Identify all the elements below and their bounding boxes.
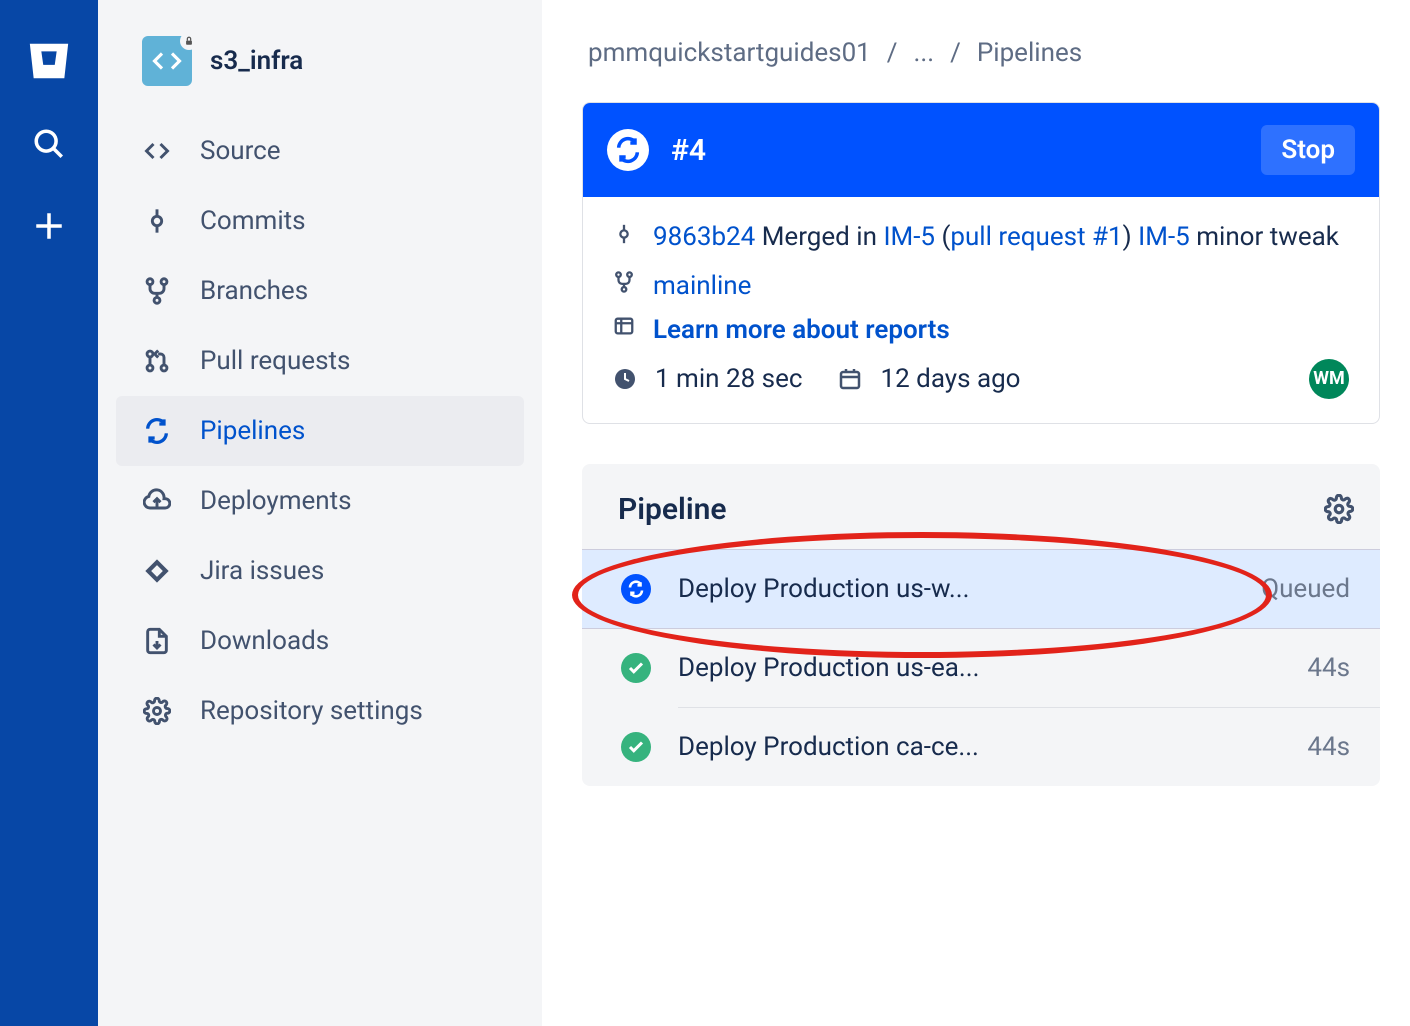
crumb-ellipsis[interactable]: ... <box>914 38 935 68</box>
lock-icon <box>180 32 198 50</box>
build-card: #4 Stop 9863b24 Merged in IM-5 (pull req… <box>582 102 1380 424</box>
bitbucket-logo[interactable] <box>24 36 74 86</box>
clock-icon <box>613 367 637 391</box>
nav-label: Pull requests <box>200 346 350 376</box>
nav-label: Downloads <box>200 626 329 656</box>
success-status-icon <box>621 653 651 683</box>
repo-icon <box>142 36 192 86</box>
nav-repository-settings[interactable]: Repository settings <box>116 676 524 746</box>
search-icon[interactable] <box>25 120 73 168</box>
repo-name: s3_infra <box>210 46 303 76</box>
nav-jira-issues[interactable]: Jira issues <box>116 536 524 606</box>
reports-link[interactable]: Learn more about reports <box>653 315 950 345</box>
nav-label: Repository settings <box>200 696 423 726</box>
step-name: Deploy Production us-ea... <box>678 653 1307 683</box>
issue-link[interactable]: IM-5 <box>883 222 935 252</box>
global-nav-rail <box>0 0 98 1026</box>
pipeline-panel: Pipeline Deploy Production us-w... Queue… <box>582 464 1380 786</box>
create-icon[interactable] <box>25 202 73 250</box>
build-header: #4 Stop <box>583 103 1379 197</box>
nav-label: Branches <box>200 276 308 306</box>
build-duration: 1 min 28 sec <box>655 364 802 394</box>
main-content: pmmquickstartguides01 / ... / Pipelines … <box>542 0 1410 1026</box>
reports-icon <box>613 315 637 337</box>
pipelines-icon <box>142 417 172 445</box>
nav-commits[interactable]: Commits <box>116 186 524 256</box>
nav-label: Pipelines <box>200 416 305 446</box>
step-list: Deploy Production us-w... Queued Deploy … <box>582 549 1380 786</box>
step-status: 44s <box>1307 653 1350 683</box>
build-age: 12 days ago <box>880 364 1020 394</box>
nav-pipelines[interactable]: Pipelines <box>116 396 524 466</box>
pull-request-link[interactable]: pull request #1 <box>950 222 1122 252</box>
gear-icon[interactable] <box>1324 494 1354 524</box>
nav-list: Source Commits Branches Pull requests Pi… <box>98 116 542 746</box>
commits-icon <box>142 207 172 235</box>
step-name: Deploy Production us-w... <box>678 574 1261 604</box>
downloads-icon <box>142 627 172 655</box>
commit-hash-link[interactable]: 9863b24 <box>653 222 755 252</box>
sidebar: s3_infra Source Commits Branches Pull re… <box>98 0 542 1026</box>
branch-icon <box>613 271 637 293</box>
branches-icon <box>142 277 172 305</box>
nav-label: Commits <box>200 206 306 236</box>
paren-close: ) <box>1123 222 1132 252</box>
breadcrumbs: pmmquickstartguides01 / ... / Pipelines <box>582 38 1380 68</box>
build-body: 9863b24 Merged in IM-5 (pull request #1)… <box>583 197 1379 423</box>
pipeline-step[interactable]: Deploy Production ca-ce... 44s <box>582 708 1380 786</box>
nav-source[interactable]: Source <box>116 116 524 186</box>
nav-branches[interactable]: Branches <box>116 256 524 326</box>
crumb-separator: / <box>887 38 898 68</box>
issue-link-2[interactable]: IM-5 <box>1138 222 1190 252</box>
stop-button[interactable]: Stop <box>1261 125 1355 175</box>
pipeline-step[interactable]: Deploy Production us-w... Queued <box>582 549 1380 629</box>
build-number: #4 <box>671 133 1239 168</box>
pipeline-title: Pipeline <box>618 492 727 527</box>
commit-text: 9863b24 Merged in IM-5 (pull request #1)… <box>653 219 1339 257</box>
nav-label: Deployments <box>200 486 352 516</box>
pull-requests-icon <box>142 347 172 375</box>
settings-icon <box>142 697 172 725</box>
commit-merged-text: Merged in <box>762 222 877 252</box>
commit-icon <box>613 223 637 245</box>
nav-deployments[interactable]: Deployments <box>116 466 524 536</box>
crumb-current[interactable]: Pipelines <box>977 38 1082 68</box>
success-status-icon <box>621 732 651 762</box>
repo-header[interactable]: s3_infra <box>98 36 542 116</box>
branch-link[interactable]: mainline <box>653 271 751 301</box>
nav-downloads[interactable]: Downloads <box>116 606 524 676</box>
step-status: 44s <box>1307 732 1350 762</box>
jira-icon <box>142 557 172 585</box>
source-icon <box>142 137 172 165</box>
commit-message-tail: minor tweak <box>1196 222 1339 252</box>
step-status: Queued <box>1261 574 1350 604</box>
avatar[interactable]: WM <box>1309 359 1349 399</box>
pipeline-step[interactable]: Deploy Production us-ea... 44s <box>582 629 1380 707</box>
crumb-separator: / <box>950 38 961 68</box>
nav-label: Jira issues <box>200 556 324 586</box>
running-icon <box>607 129 649 171</box>
crumb-workspace[interactable]: pmmquickstartguides01 <box>588 38 871 68</box>
step-name: Deploy Production ca-ce... <box>678 732 1307 762</box>
running-status-icon <box>621 574 651 604</box>
nav-label: Source <box>200 136 281 166</box>
calendar-icon <box>838 367 862 391</box>
nav-pull-requests[interactable]: Pull requests <box>116 326 524 396</box>
deployments-icon <box>142 487 172 515</box>
